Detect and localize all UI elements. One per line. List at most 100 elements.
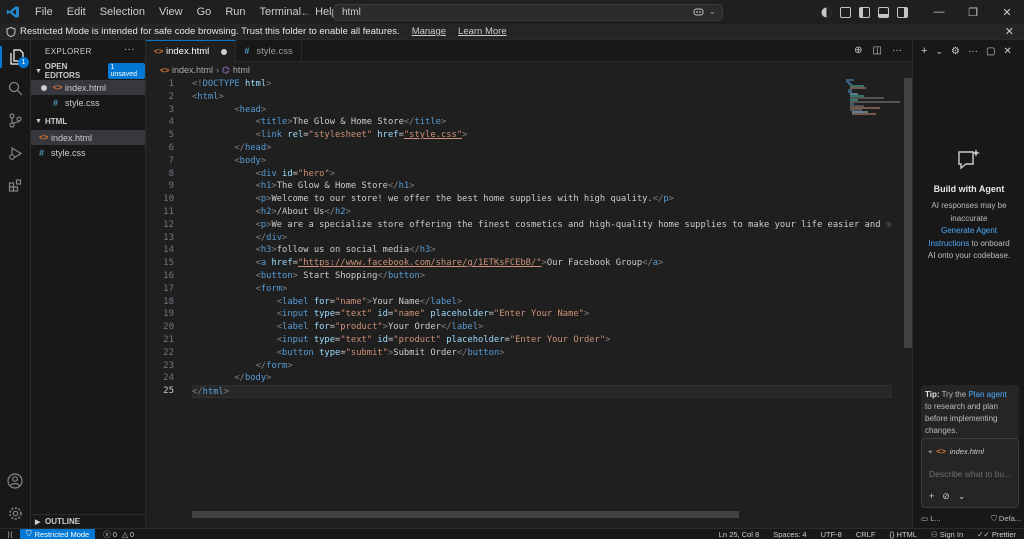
- back-arrow-icon[interactable]: ←: [300, 5, 312, 19]
- menu-selection[interactable]: Selection: [93, 0, 152, 24]
- line-number: 19: [163, 309, 174, 320]
- split-editor-icon[interactable]: ◫: [873, 45, 882, 56]
- chevron-down-icon[interactable]: ⌄: [708, 6, 716, 17]
- new-chat-icon[interactable]: +: [921, 45, 927, 57]
- menu-file[interactable]: File: [28, 0, 60, 24]
- file-item[interactable]: # style.css: [31, 145, 145, 160]
- chat-close-icon[interactable]: ✕: [1003, 46, 1011, 57]
- context-chip[interactable]: + <> index.html: [928, 447, 984, 456]
- sign-in[interactable]: ⚇ Sign In: [931, 530, 963, 539]
- manage-link[interactable]: Manage: [412, 26, 446, 37]
- unsaved-dot-icon[interactable]: [41, 84, 47, 91]
- chat-input-box[interactable]: + <> index.html Describe what to bu... +…: [921, 438, 1019, 508]
- breadcrumb-separator-icon: ›: [216, 65, 220, 75]
- breadcrumb-file[interactable]: index.html: [172, 65, 213, 75]
- command-center[interactable]: html ⌄: [333, 4, 723, 21]
- line-number: 11: [163, 206, 174, 217]
- close-window-icon[interactable]: ✕: [990, 0, 1024, 24]
- account-icon[interactable]: [5, 471, 25, 491]
- accounts-icon[interactable]: [821, 7, 832, 18]
- check-double-icon: ✓✓: [977, 529, 990, 539]
- breadcrumb-symbol[interactable]: html: [233, 65, 250, 75]
- source-control-icon[interactable]: [5, 110, 25, 130]
- line-number: 3: [168, 104, 174, 115]
- line-number: 7: [168, 155, 174, 166]
- plan-agent-link[interactable]: Plan agent: [968, 390, 1006, 399]
- unsaved-dot-icon[interactable]: [221, 48, 228, 55]
- remote-icon[interactable]: ⟩⟨: [0, 529, 20, 539]
- run-debug-icon[interactable]: [5, 143, 25, 163]
- css-file-icon: #: [39, 147, 45, 158]
- learn-more-link[interactable]: Learn More: [458, 26, 507, 37]
- more-actions-icon[interactable]: ···: [892, 45, 902, 56]
- line-number: 23: [163, 360, 174, 371]
- line-ending[interactable]: CRLF: [856, 530, 876, 539]
- nav-arrows: ← →: [300, 0, 336, 24]
- banner-message: Restricted Mode is intended for safe cod…: [20, 26, 400, 37]
- code-editor[interactable]: 1 2 3 4 5 6 7 8 9 10 11 12 13 14 15 16 17 18 19 20 21 22 23 24 2…: [146, 78, 912, 518]
- settings-gear-icon[interactable]: [5, 503, 25, 523]
- maximize-icon[interactable]: ❐: [956, 0, 990, 24]
- chat-desc-pre: AI responses may be inaccurate: [931, 201, 1007, 223]
- toggle-secondary-sidebar-icon[interactable]: [897, 6, 908, 18]
- open-editor-item[interactable]: # style.css: [31, 95, 145, 110]
- customize-layout-icon[interactable]: [840, 6, 851, 18]
- menu-view[interactable]: View: [152, 0, 190, 24]
- more-actions-icon[interactable]: ···: [124, 44, 135, 55]
- line-number-gutter: 1 2 3 4 5 6 7 8 9 10 11 12 13 14 15 16 17 18 19 20 21 22 23 24 2…: [146, 78, 186, 398]
- indentation[interactable]: Spaces: 4: [773, 530, 806, 539]
- line-number: 6: [168, 142, 174, 153]
- code-line: </body>: [234, 373, 272, 384]
- title-bar: File Edit Selection View Go Run Terminal…: [0, 0, 1024, 24]
- problems-status[interactable]: ⓧ 0 △ 0: [103, 529, 134, 539]
- tools-icon[interactable]: ⊘: [942, 491, 950, 502]
- menu-run[interactable]: Run: [218, 0, 252, 24]
- explorer-header: EXPLORER ···: [31, 40, 145, 62]
- vscode-logo-icon: [2, 0, 24, 24]
- more-actions-icon[interactable]: ···: [968, 46, 978, 57]
- minimap[interactable]: [844, 78, 904, 118]
- prettier-status[interactable]: ✓✓ Prettier: [977, 530, 1016, 539]
- copilot-icon[interactable]: [693, 7, 704, 17]
- chevron-down-icon[interactable]: ⌄: [935, 46, 943, 57]
- folder-section[interactable]: ▼ HTML: [31, 112, 145, 130]
- chat-footer-left[interactable]: ▭ L...: [921, 514, 941, 524]
- encoding[interactable]: UTF-8: [821, 530, 842, 539]
- language-mode[interactable]: {} HTML: [889, 530, 917, 539]
- tab-style-css[interactable]: # style.css: [236, 40, 302, 62]
- chevron-down-icon[interactable]: ⌄: [958, 491, 966, 502]
- line-number: 18: [163, 296, 174, 307]
- vertical-scrollbar[interactable]: [904, 78, 912, 348]
- line-number: 1: [168, 79, 174, 89]
- chat-input-placeholder[interactable]: Describe what to bu...: [929, 469, 1011, 479]
- file-item[interactable]: <> index.html: [31, 130, 145, 145]
- code-line: <a href="https://www.facebook.com/share/…: [255, 258, 664, 269]
- tab-index-html[interactable]: <> index.html: [146, 40, 237, 62]
- menu-go[interactable]: Go: [190, 0, 219, 24]
- close-icon[interactable]: ✕: [1005, 25, 1014, 38]
- chat-footer-right[interactable]: ⛉ Defa...: [991, 514, 1021, 524]
- add-icon[interactable]: +: [929, 491, 934, 502]
- extensions-icon[interactable]: [5, 175, 25, 195]
- toggle-panel-icon[interactable]: [878, 6, 889, 18]
- open-editors-section[interactable]: ▼ OPEN EDITORS 1 unsaved: [31, 62, 145, 80]
- menu-edit[interactable]: Edit: [60, 0, 93, 24]
- chat-maximize-icon[interactable]: ▢: [986, 46, 995, 57]
- settings-gear-icon[interactable]: ⚙: [951, 46, 960, 57]
- horizontal-scrollbar[interactable]: [192, 511, 739, 518]
- code-content[interactable]: <!DOCTYPE html> <html> <head> <title>The…: [192, 78, 892, 398]
- add-context-icon[interactable]: +: [928, 447, 932, 456]
- search-icon[interactable]: [5, 78, 25, 98]
- code-line: <html>: [192, 91, 224, 102]
- minimize-icon[interactable]: —: [922, 0, 956, 24]
- toggle-sidebar-icon[interactable]: [859, 6, 870, 18]
- open-preview-icon[interactable]: ⊕: [854, 45, 862, 56]
- outline-section[interactable]: ▶ OUTLINE: [31, 514, 146, 528]
- explorer-icon[interactable]: 1: [0, 46, 31, 68]
- line-number: 21: [163, 334, 174, 345]
- line-number: 8: [168, 168, 174, 179]
- restricted-mode-status[interactable]: ⛉ Restricted Mode: [20, 528, 96, 539]
- open-editor-item[interactable]: <> index.html: [31, 80, 145, 95]
- open-editors-label: OPEN EDITORS: [44, 62, 81, 80]
- cursor-position[interactable]: Ln 25, Col 8: [719, 530, 759, 539]
